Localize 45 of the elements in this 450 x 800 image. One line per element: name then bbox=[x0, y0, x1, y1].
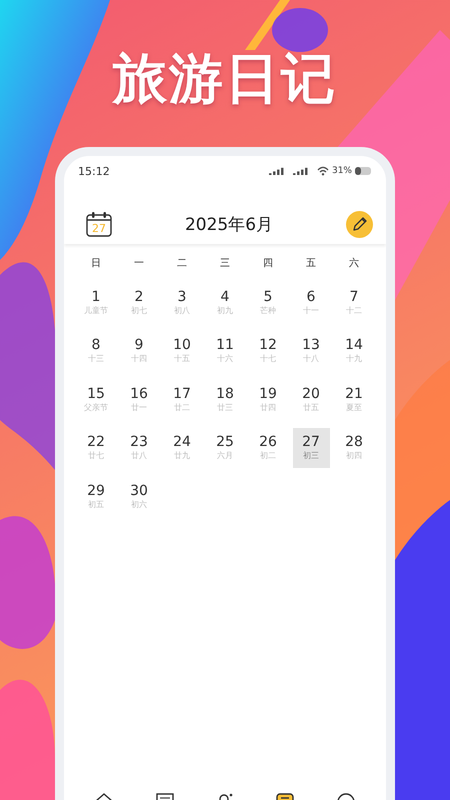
calendar-day[interactable]: 1 儿童节 bbox=[78, 282, 114, 322]
weekday-label: 二 bbox=[176, 257, 188, 271]
calendar-day[interactable]: 3 初八 bbox=[164, 282, 200, 322]
calendar-day[interactable]: 2 初七 bbox=[120, 282, 158, 322]
paint-stroke bbox=[245, 0, 290, 50]
weekday-label: 六 bbox=[348, 256, 360, 271]
calendar-day[interactable]: 26 初二 bbox=[250, 428, 286, 468]
edit-button[interactable] bbox=[346, 210, 373, 238]
calendar-day[interactable]: 10 十五 bbox=[164, 330, 200, 370]
weekday-label: 一 bbox=[133, 257, 145, 271]
calendar-day[interactable]: 25 六月 bbox=[206, 428, 244, 468]
pencil-icon bbox=[351, 216, 368, 232]
calendar-day[interactable]: 11 十六 bbox=[206, 330, 244, 370]
weekday-label: 五 bbox=[305, 257, 317, 271]
calendar-day[interactable]: 24 廿九 bbox=[164, 428, 200, 468]
calendar-day[interactable]: 30 初六 bbox=[120, 476, 158, 516]
calendar-day[interactable]: 28 初四 bbox=[336, 428, 372, 468]
battery-icon bbox=[355, 167, 371, 175]
weekday-label: 日 bbox=[90, 257, 102, 271]
calendar-day[interactable]: 7 十二 bbox=[336, 282, 372, 322]
calendar-day[interactable]: 15 父亲节 bbox=[78, 379, 114, 419]
status-time: 15:12 bbox=[78, 164, 110, 178]
calendar-day[interactable]: 14 十九 bbox=[336, 330, 372, 370]
app-title: 旅游日记 bbox=[113, 46, 337, 112]
calendar-day[interactable]: 27 初三 bbox=[292, 428, 330, 468]
calendar-day[interactable]: 8 十三 bbox=[78, 330, 114, 370]
battery-percent: 31% bbox=[332, 166, 352, 176]
calendar-day[interactable]: 29 初五 bbox=[78, 476, 114, 516]
calendar-day[interactable]: 12 十七 bbox=[250, 330, 286, 370]
wifi-icon bbox=[316, 166, 329, 176]
calendar-day[interactable]: 13 十八 bbox=[292, 330, 330, 370]
calendar-day[interactable]: 5 芒种 bbox=[250, 282, 286, 322]
calendar-day[interactable]: 17 廿二 bbox=[164, 379, 200, 419]
calendar-day[interactable]: 4 初九 bbox=[206, 282, 244, 322]
calendar-day[interactable]: 19 廿四 bbox=[250, 379, 286, 419]
calendar-day[interactable]: 9 十四 bbox=[120, 330, 158, 370]
calendar-day[interactable]: 21 夏至 bbox=[336, 379, 372, 419]
calendar-day[interactable]: 20 廿五 bbox=[292, 379, 330, 419]
calendar-day[interactable]: 18 廿三 bbox=[206, 379, 244, 419]
weekday-label: 四 bbox=[262, 257, 274, 271]
calendar-day[interactable]: 23 廿八 bbox=[120, 428, 158, 468]
calendar-day[interactable]: 22 廿七 bbox=[78, 428, 114, 468]
weekday-label: 三 bbox=[219, 257, 231, 271]
paint-blob bbox=[272, 8, 328, 52]
month-title: 2025年6月 bbox=[184, 214, 274, 236]
